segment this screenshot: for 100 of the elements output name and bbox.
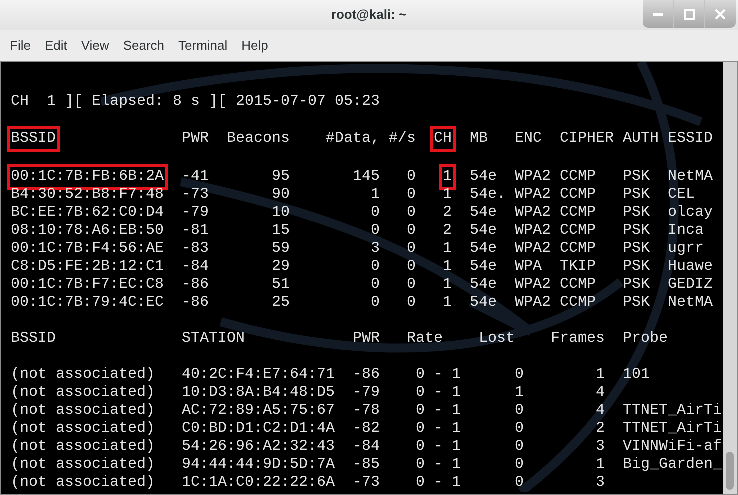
- column-header: #Data,: [326, 130, 380, 148]
- table-cell: 0: [407, 258, 416, 276]
- table-cell: -79: [353, 384, 380, 402]
- table-cell: 1: [443, 276, 452, 294]
- table-cell: (not associated): [11, 402, 156, 420]
- table-cell: BC:EE:7B:62:C0:D4: [11, 204, 164, 222]
- table-cell: 2: [443, 204, 452, 222]
- table-cell: -73: [353, 474, 380, 492]
- menu-item[interactable]: View: [74, 32, 116, 58]
- table-cell: 0: [515, 456, 524, 474]
- table-cell: (not associated): [11, 384, 156, 402]
- table-cell: -79: [182, 204, 210, 222]
- table-cell: 0: [407, 168, 416, 186]
- table-cell: Big_Garden_: [623, 456, 722, 474]
- menu-item[interactable]: Help: [234, 32, 276, 58]
- table-cell: 0 - 1: [416, 366, 462, 384]
- maximize-icon: [684, 8, 694, 20]
- table-cell: CCMP: [560, 222, 596, 240]
- table-cell: B4:30:52:B8:F7:48: [11, 186, 164, 204]
- table-cell: -84: [353, 438, 380, 456]
- table-cell: CCMP: [560, 186, 596, 204]
- table-cell: VINNWiFi-af: [623, 438, 722, 456]
- table-cell: PSK: [623, 222, 650, 240]
- table-cell: 08:10:78:A6:EB:50: [11, 222, 164, 240]
- table-cell: 101: [623, 366, 650, 384]
- table-cell: 59: [272, 240, 290, 258]
- table-cell: AC:72:89:A5:75:67: [182, 402, 336, 420]
- table-cell: 4: [596, 402, 606, 420]
- table-cell: 25: [272, 294, 290, 312]
- table-cell: 54e: [470, 168, 498, 186]
- table-cell: 2: [443, 222, 452, 240]
- table-cell: Huawe: [668, 258, 714, 276]
- table-cell: 0 - 1: [416, 474, 462, 492]
- table-cell: 0 - 1: [416, 384, 462, 402]
- menu-item[interactable]: File: [3, 32, 38, 58]
- table-cell: WPA2: [515, 222, 552, 240]
- column-header: ENC: [515, 130, 542, 148]
- table-cell: 0: [407, 204, 416, 222]
- table-cell: 3: [371, 240, 380, 258]
- column-header: Beacons: [227, 130, 290, 148]
- menu-item[interactable]: Terminal: [172, 32, 235, 58]
- table-cell: 0: [371, 276, 380, 294]
- table-cell: 54e: [470, 258, 498, 276]
- table-cell: 145: [353, 168, 380, 186]
- table-cell: 54e: [470, 222, 498, 240]
- column-header: MB: [470, 130, 488, 148]
- table-cell: ugrr: [668, 240, 704, 258]
- table-cell: 0: [407, 276, 416, 294]
- column-header: PWR: [353, 330, 380, 348]
- table-cell: PSK: [623, 258, 650, 276]
- table-cell: 0: [515, 420, 524, 438]
- table-cell: -41: [182, 168, 210, 186]
- menu-item[interactable]: Search: [116, 32, 172, 58]
- table-cell: 2: [596, 420, 606, 438]
- table-cell: 54e: [470, 276, 498, 294]
- scrollbar-thumb[interactable]: [726, 452, 734, 490]
- table-cell: 1: [515, 384, 524, 402]
- table-cell: C0:BD:D1:C2:D1:4A: [182, 420, 336, 438]
- column-header: Probe: [623, 330, 668, 348]
- table-cell: 1: [596, 456, 606, 474]
- table-cell: 0: [515, 474, 524, 492]
- table-cell: PSK: [623, 276, 650, 294]
- table-cell: 29: [272, 258, 290, 276]
- table-cell: 0: [407, 240, 416, 258]
- menu-item[interactable]: Edit: [38, 32, 74, 58]
- column-header: STATION: [182, 330, 246, 348]
- table-cell: 54e: [470, 294, 498, 312]
- table-cell: 0: [407, 222, 416, 240]
- table-cell: PSK: [623, 186, 650, 204]
- table-cell: 0: [371, 258, 380, 276]
- table-cell: 0 - 1: [416, 402, 462, 420]
- table-cell: 54:26:96:A2:32:43: [182, 438, 336, 456]
- table-cell: (not associated): [11, 438, 156, 456]
- table-cell: 1: [371, 186, 380, 204]
- column-header: AUTH: [623, 130, 660, 148]
- table-cell: -84: [182, 258, 210, 276]
- table-cell: -86: [353, 366, 380, 384]
- table-cell: (not associated): [11, 456, 156, 474]
- table-cell: 0: [515, 438, 524, 456]
- column-header: #/s: [389, 130, 416, 148]
- table-cell: WPA2: [515, 240, 552, 258]
- table-cell: -86: [182, 294, 210, 312]
- table-cell: 54e: [470, 240, 498, 258]
- table-cell: 1C:1A:C0:22:22:6A: [182, 474, 336, 492]
- table-cell: CCMP: [560, 240, 596, 258]
- close-icon: [715, 8, 726, 20]
- table-cell: TTNET_AirTi: [623, 420, 722, 438]
- table-cell: 1: [443, 294, 452, 312]
- column-header: ESSID: [668, 130, 714, 148]
- column-header: BSSID: [11, 330, 56, 348]
- window-title: root@kali: ~: [331, 6, 407, 24]
- table-cell: 00:1C:7B:F4:56:AE: [11, 240, 164, 258]
- column-header: PWR: [182, 130, 210, 148]
- minimize-icon: [653, 12, 663, 16]
- table-cell: 0 - 1: [416, 420, 462, 438]
- table-cell: NetMA: [668, 168, 714, 186]
- table-cell: PSK: [623, 204, 650, 222]
- column-header: Lost: [479, 330, 516, 348]
- status-line: CH 1 ][ Elapsed: 8 s ][ 2015-07-07 05:23: [11, 93, 380, 111]
- table-cell: 0: [407, 294, 416, 312]
